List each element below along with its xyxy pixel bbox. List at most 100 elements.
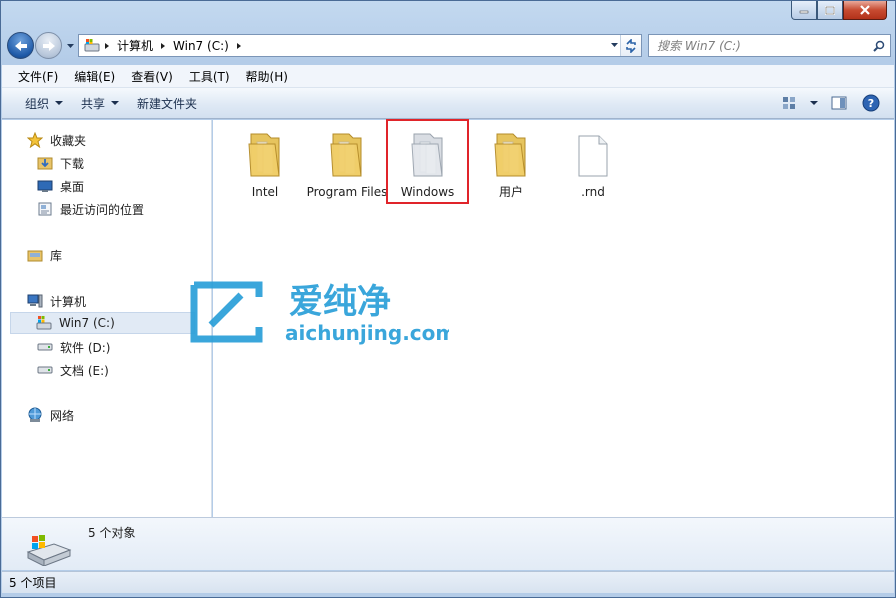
search-input[interactable] <box>649 38 868 53</box>
organize-button[interactable]: 组织 <box>16 95 72 112</box>
new-folder-button[interactable]: 新建文件夹 <box>128 95 206 112</box>
sidebar-item-desktop[interactable]: 桌面 <box>36 175 236 197</box>
preview-pane-icon <box>831 96 847 110</box>
view-controls: ? <box>778 93 882 113</box>
menu-edit[interactable]: 编辑(E) <box>66 68 123 85</box>
sidebar-item-label: 网络 <box>50 408 75 423</box>
file-name: 用户 <box>498 185 523 199</box>
file-item-program-files[interactable]: Program Files <box>306 126 388 200</box>
file-item-windows[interactable]: Windows <box>386 119 469 204</box>
view-options-dropdown-icon[interactable] <box>810 100 818 106</box>
menu-view[interactable]: 查看(V) <box>123 68 181 85</box>
search-icon[interactable] <box>868 40 890 52</box>
arrow-left-icon <box>14 40 27 51</box>
refresh-button[interactable] <box>620 35 641 56</box>
brand-watermark: 爱纯净 aichunjing.com <box>190 281 449 345</box>
drive-icon <box>84 38 100 51</box>
minimize-button[interactable] <box>791 1 817 20</box>
details-pane: 5 个对象 <box>2 517 894 570</box>
search-box[interactable] <box>648 34 891 57</box>
menu-help[interactable]: 帮助(H) <box>238 68 296 85</box>
svg-text:?: ? <box>868 97 874 110</box>
menu-tools[interactable]: 工具(T) <box>181 68 238 85</box>
change-view-button[interactable] <box>778 93 800 113</box>
sidebar-item-label: 收藏夹 <box>50 133 87 148</box>
menu-file[interactable]: 文件(F) <box>10 68 66 85</box>
file-item-users[interactable]: 用户 <box>470 126 552 200</box>
sidebar-item-label: Win7 (C:) <box>59 316 115 330</box>
file-icon <box>578 135 608 177</box>
sidebar-item-label: 文档 (E:) <box>60 363 109 378</box>
arrow-right-icon <box>42 40 55 51</box>
watermark-domain: aichunjing.com <box>285 321 449 345</box>
address-bar[interactable]: 计算机 Win7 (C:) <box>78 34 642 57</box>
star-icon <box>26 132 44 148</box>
refresh-icon <box>626 38 636 53</box>
chevron-down-icon <box>111 100 120 105</box>
menu-bar: 文件(F) 编辑(E) 查看(V) 工具(T) 帮助(H) <box>2 65 894 88</box>
sidebar-item-drive-e[interactable]: 文档 (E:) <box>36 359 236 381</box>
back-button[interactable] <box>7 32 34 59</box>
sidebar-item-drive-c[interactable]: Win7 (C:) <box>10 312 195 334</box>
system-drive-icon <box>26 535 72 566</box>
forward-button[interactable] <box>35 32 62 59</box>
breadcrumb-separator-icon[interactable] <box>233 42 245 50</box>
network-icon <box>26 407 44 423</box>
computer-icon <box>26 293 44 309</box>
help-button[interactable]: ? <box>860 93 882 113</box>
download-folder-icon <box>36 155 54 171</box>
breadcrumb-computer[interactable]: 计算机 <box>113 37 157 54</box>
organize-label: 组织 <box>25 96 50 111</box>
close-button[interactable] <box>843 1 887 20</box>
folder-icon <box>410 133 443 177</box>
help-icon: ? <box>862 94 880 112</box>
sidebar-item-downloads[interactable]: 下载 <box>36 152 236 174</box>
status-item-count: 5 个项目 <box>9 576 57 590</box>
file-name: .rnd <box>581 185 605 199</box>
navigation-row: 计算机 Win7 (C:) <box>7 32 891 60</box>
sidebar-item-label: 最近访问的位置 <box>60 202 145 217</box>
file-name: Program Files <box>306 185 388 199</box>
folder-icon <box>248 133 280 177</box>
file-name: Intel <box>251 185 279 199</box>
sidebar-item-network[interactable]: 网络 <box>26 404 226 426</box>
navigation-pane: 收藏夹 下载 桌面 最近访问的位置 库 计算机 Win7 (C:) 软件 (D:… <box>2 120 212 517</box>
desktop-icon <box>36 178 54 194</box>
library-icon <box>26 247 44 263</box>
view-grid-icon <box>783 97 795 109</box>
preview-pane-button[interactable] <box>828 93 850 113</box>
maximize-button[interactable] <box>817 1 843 20</box>
folder-icon <box>494 133 526 177</box>
caption-buttons <box>791 1 887 21</box>
address-history-dropdown-icon[interactable] <box>610 42 619 49</box>
details-summary: 5 个对象 <box>88 526 136 540</box>
breadcrumb-separator-icon[interactable] <box>101 42 113 50</box>
sidebar-item-label: 库 <box>50 248 63 263</box>
breadcrumb-drive-c[interactable]: Win7 (C:) <box>169 39 233 53</box>
sidebar-item-recent-places[interactable]: 最近访问的位置 <box>36 198 236 220</box>
folder-icon <box>330 133 362 177</box>
sidebar-item-label: 计算机 <box>50 294 87 309</box>
watermark-brand: 爱纯净 <box>289 282 391 322</box>
sidebar-item-label: 软件 (D:) <box>60 340 111 355</box>
sidebar-item-favorites[interactable]: 收藏夹 <box>26 129 226 151</box>
recent-pages-dropdown-icon[interactable] <box>66 41 75 50</box>
command-bar: 组织 共享 新建文件夹 ? <box>2 88 894 119</box>
explorer-window: 计算机 Win7 (C:) 文件(F) 编辑(E) 查看(V) 工具(T) 帮助… <box>0 0 896 598</box>
recent-places-icon <box>36 201 54 217</box>
status-bar: 5 个项目 <box>2 571 894 593</box>
file-item-rnd[interactable]: .rnd <box>552 126 634 200</box>
share-button[interactable]: 共享 <box>72 95 128 112</box>
new-folder-label: 新建文件夹 <box>137 96 198 111</box>
maximize-icon <box>825 5 835 15</box>
share-label: 共享 <box>81 96 106 111</box>
file-name: Windows <box>400 185 455 199</box>
minimize-icon <box>799 10 809 14</box>
breadcrumb-separator-icon[interactable] <box>157 42 169 50</box>
close-icon <box>860 5 870 15</box>
sidebar-item-label: 下载 <box>60 156 85 171</box>
chevron-down-icon <box>55 100 64 105</box>
file-item-intel[interactable]: Intel <box>224 126 306 200</box>
system-drive-icon <box>35 315 53 331</box>
sidebar-item-libraries[interactable]: 库 <box>26 244 226 266</box>
